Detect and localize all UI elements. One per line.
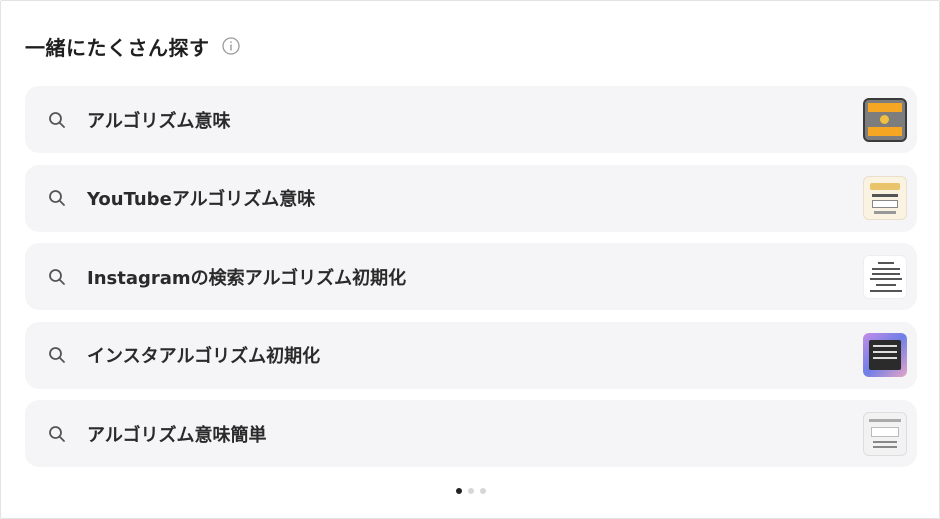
search-icon — [47, 267, 67, 287]
search-icon — [47, 424, 67, 444]
panel-header: 一緒にたくさん探す — [25, 31, 240, 61]
suggestion-thumbnail — [863, 411, 907, 456]
panel-title: 一緒にたくさん探す — [25, 35, 210, 60]
suggestion-label: アルゴリズム意味 — [87, 110, 231, 132]
page-dot-3[interactable] — [480, 488, 486, 494]
suggestion-list: アルゴリズム意味 YouTubeアルゴリズム意味 Instagramの検索アルゴ… — [25, 86, 917, 479]
page-dot-2[interactable] — [468, 488, 474, 494]
search-icon — [47, 110, 67, 130]
search-icon — [47, 345, 67, 365]
suggestion-thumbnail — [863, 254, 907, 299]
suggestion-label: インスタアルゴリズム初期化 — [87, 346, 321, 367]
suggestion-item[interactable]: アルゴリズム意味 — [25, 86, 917, 153]
suggestion-item[interactable]: アルゴリズム意味簡単 — [25, 400, 917, 467]
suggestion-thumbnail — [863, 176, 907, 220]
suggestion-label: Instagramの検索アルゴリズム初期化 — [87, 267, 407, 289]
suggestion-label: アルゴリズム意味簡単 — [87, 424, 267, 446]
suggestion-thumbnail — [863, 97, 907, 142]
related-searches-panel: 一緒にたくさん探す アルゴリズム意味 YouTubeアルゴリズム意味 Insta… — [0, 0, 940, 519]
pagination-dots — [1, 488, 940, 494]
suggestion-label: YouTubeアルゴリズム意味 — [87, 189, 316, 210]
suggestion-thumbnail — [863, 333, 907, 377]
page-dot-1[interactable] — [456, 488, 462, 494]
suggestion-item[interactable]: Instagramの検索アルゴリズム初期化 — [25, 243, 917, 310]
suggestion-item[interactable]: YouTubeアルゴリズム意味 — [25, 164, 917, 232]
search-icon — [47, 188, 67, 208]
info-circle-icon[interactable] — [221, 37, 240, 55]
suggestion-item[interactable]: インスタアルゴリズム初期化 — [25, 321, 917, 389]
